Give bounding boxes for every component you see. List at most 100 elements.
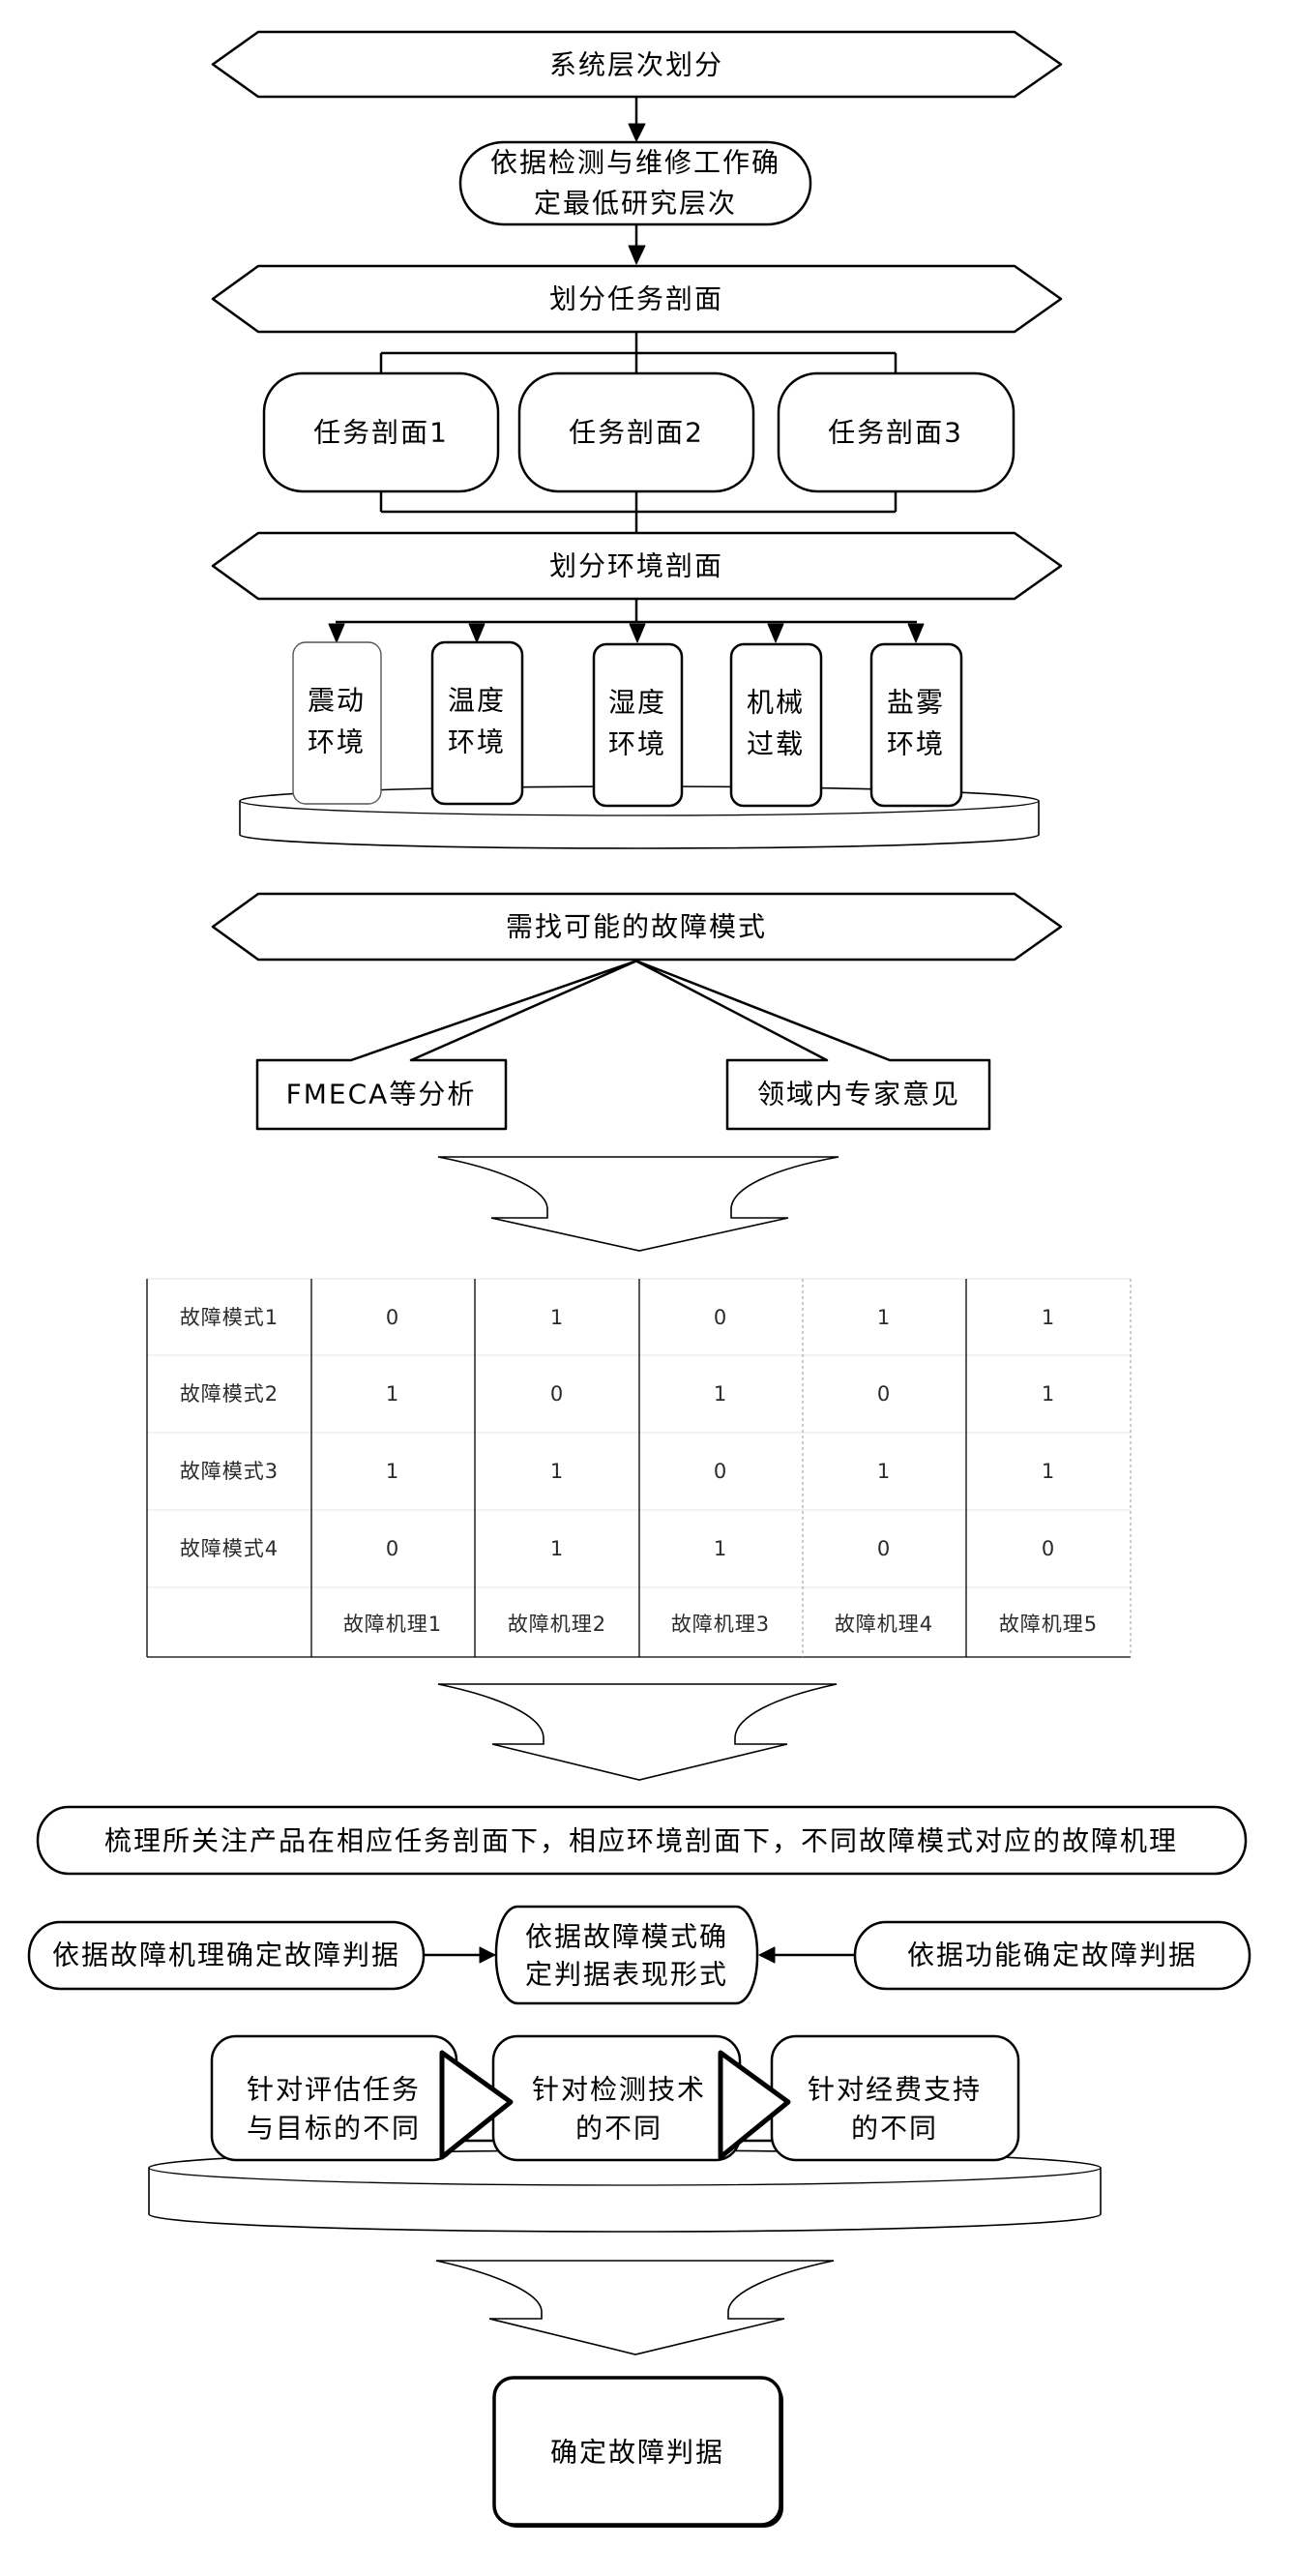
environment-salt-fog: 盐雾 环境: [869, 642, 963, 808]
step-environment-profile: 划分环境剖面: [211, 531, 1063, 601]
step-label: 梳理所关注产品在相应任务剖面下，相应环境剖面下，不同故障模式对应的故障机理: [104, 1825, 1178, 1857]
environment-label-line1: 湿度: [608, 687, 666, 719]
environment-mechanical-overload: 机械 过载: [729, 642, 823, 808]
criteria-by-function: 依据功能确定故障判据: [853, 1920, 1251, 1991]
arrow-down-connector: [628, 97, 646, 142]
table-column-header-row: 故障机理1 故障机理2 故障机理3 故障机理4 故障机理5: [343, 1613, 1098, 1636]
environment-label-line2: 环境: [887, 728, 945, 760]
mission-profile-label: 任务剖面3: [828, 417, 963, 449]
big-down-arrow: [437, 1683, 838, 1781]
rounded-box: [592, 642, 684, 808]
mission-profile-1: 任务剖面1: [262, 371, 500, 493]
criteria-by-fault-mode: 依据故障模式确 定判据表现形式: [494, 1905, 759, 2005]
source-expert-callout: 领域内专家意见: [633, 959, 991, 1131]
consideration-label-line1: 针对检测技术: [532, 2074, 706, 2106]
environment-label-line1: 机械: [747, 687, 805, 719]
step-mechanism-sorting: 梳理所关注产品在相应任务剖面下，相应环境剖面下，不同故障模式对应的故障机理: [36, 1805, 1248, 1876]
step-mission-profile: 划分任务剖面: [211, 264, 1063, 334]
environment-label-line2: 环境: [448, 726, 506, 758]
platform-body: [148, 2149, 1102, 2233]
fault-criteria-flowchart: 系统层次划分 依据检测与维修工作确 定最低研究层次 划分任务剖面 任务剖面1 任…: [27, 30, 1251, 2528]
consideration-detection-technique: 针对检测技术 的不同: [491, 2034, 742, 2162]
arrow-down-connector: [628, 224, 646, 265]
environment-label-line2: 环境: [608, 728, 666, 760]
consideration-evaluation-task: 针对评估任务 与目标的不同: [210, 2034, 458, 2162]
consideration-label-line1: 针对经费支持: [808, 2074, 982, 2106]
consideration-label-line2: 的不同: [575, 2113, 662, 2145]
table-cell: 1: [550, 1460, 564, 1483]
consideration-label-line1: 针对评估任务: [247, 2074, 421, 2106]
row-label: 故障模式3: [180, 1460, 279, 1483]
step-label: 划分任务剖面: [549, 283, 723, 315]
arrowhead-icon: [767, 623, 784, 643]
table-cell: 1: [386, 1382, 399, 1406]
step-fault-modes: 需找可能的故障模式: [211, 892, 1063, 962]
mission-profile-2: 任务剖面2: [517, 371, 755, 493]
big-down-arrow: [435, 2260, 835, 2355]
mission-profile-3: 任务剖面3: [777, 371, 1015, 493]
criteria-label-line2: 定判据表现形式: [525, 1959, 728, 1991]
arrow-left-connector: [758, 1946, 855, 1964]
environment-label-line2: 环境: [308, 726, 366, 758]
environment-label-line1: 温度: [448, 685, 506, 717]
environment-branch-connectors: [328, 599, 925, 643]
environment-humidity: 湿度 环境: [592, 642, 684, 808]
criteria-label: 依据功能确定故障判据: [907, 1939, 1197, 1971]
rounded-box: [292, 641, 382, 805]
fault-matrix-table: 故障模式1 0 1 0 1 1 故障模式2 1 0 1 0 1 故障模式3 1 …: [146, 1278, 1132, 1658]
arrowhead-icon: [758, 1946, 776, 1964]
step-label-line1: 依据检测与维修工作确: [490, 147, 780, 179]
environment-label-line2: 过载: [747, 728, 805, 760]
table-cell: 1: [714, 1537, 727, 1560]
table-cell: 0: [550, 1382, 564, 1406]
step-label: 需找可能的故障模式: [506, 911, 767, 943]
environment-temperature: 温度 环境: [430, 640, 524, 806]
row-label: 故障模式1: [180, 1306, 279, 1329]
rounded-box: [869, 642, 963, 808]
consideration-label-line2: 的不同: [851, 2113, 938, 2145]
mission-profile-label: 任务剖面2: [569, 417, 704, 449]
step-label-line2: 定最低研究层次: [534, 188, 737, 220]
table-cell: 1: [1042, 1306, 1055, 1329]
arrowhead-icon: [328, 623, 345, 643]
arrowhead-icon: [479, 1946, 496, 1964]
arrowhead-icon: [628, 123, 646, 142]
environment-label-line1: 震动: [308, 685, 366, 717]
column-label: 故障机理1: [343, 1613, 442, 1636]
criteria-label-line1: 依据故障模式确: [525, 1921, 728, 1953]
source-fmeca-callout: FMECA等分析: [255, 959, 639, 1131]
row-label: 故障模式4: [180, 1537, 279, 1560]
arrowhead-icon: [907, 623, 925, 643]
big-down-arrow: [437, 1156, 839, 1252]
environment-label-line1: 盐雾: [887, 687, 945, 719]
table-cell: 0: [877, 1382, 891, 1406]
arrowhead-icon: [629, 623, 646, 643]
step-label: 系统层次划分: [549, 49, 723, 81]
criteria-by-mechanism: 依据故障机理确定故障判据: [27, 1920, 426, 1991]
source-label: FMECA等分析: [286, 1079, 477, 1110]
table-cell: 0: [1042, 1537, 1055, 1560]
table-cell: 0: [877, 1537, 891, 1560]
environment-vibration: 震动 环境: [292, 641, 382, 805]
table-cell: 1: [1042, 1382, 1055, 1406]
mission-profile-label: 任务剖面1: [313, 417, 449, 449]
rounded-box: [729, 642, 823, 808]
table-cell: 1: [550, 1306, 564, 1329]
table-cell: 0: [386, 1306, 399, 1329]
column-label: 故障机理5: [999, 1613, 1098, 1636]
row-label: 故障模式2: [180, 1382, 279, 1406]
column-label: 故障机理2: [508, 1613, 606, 1636]
table-gridlines: [146, 1278, 1132, 1658]
table-cell: 0: [714, 1306, 727, 1329]
rounded-box: [430, 640, 524, 806]
consideration-funding-support: 针对经费支持 的不同: [770, 2034, 1020, 2162]
considerations-platform: [148, 2149, 1102, 2233]
table-cell: 1: [714, 1382, 727, 1406]
table-cell: 1: [550, 1537, 564, 1560]
source-label: 领域内专家意见: [757, 1079, 960, 1110]
arrowhead-icon: [628, 245, 646, 265]
arrow-right-connector: [424, 1946, 496, 1964]
table-cell: 1: [1042, 1460, 1055, 1483]
step-system-level: 系统层次划分: [211, 30, 1063, 99]
column-label: 故障机理4: [835, 1613, 933, 1636]
